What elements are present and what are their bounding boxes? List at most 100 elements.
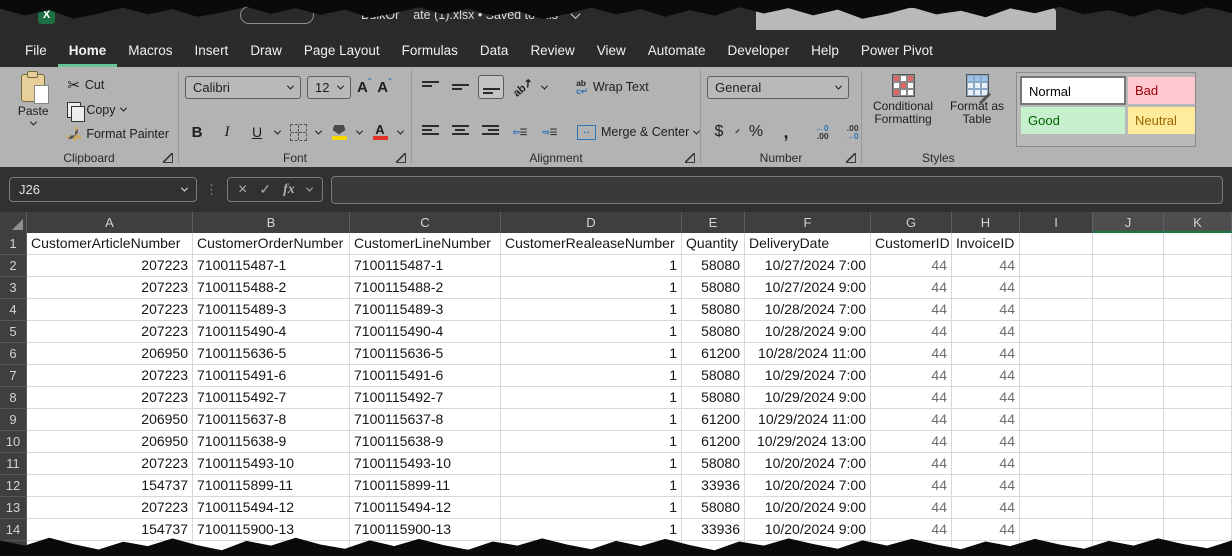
format-as-table-button[interactable]: Format as Table [946,72,1008,147]
cell-A10[interactable]: 206950 [27,431,193,453]
tab-insert[interactable]: Insert [184,40,240,67]
cell-D2[interactable]: 1 [501,255,682,277]
wrap-text-button[interactable]: abc↵ Wrap Text [573,76,652,98]
row-header-11[interactable]: 11 [0,453,27,475]
cell-J15[interactable] [1093,541,1164,556]
cancel-button[interactable]: × [238,181,247,199]
cell-F3[interactable]: 10/27/2024 9:00 [745,277,871,299]
row-header-1[interactable]: 1 [0,233,27,255]
cell-B11[interactable]: 7100115493-10 [193,453,350,475]
cell-A7[interactable]: 207223 [27,365,193,387]
orientation-chevron-icon[interactable] [541,82,548,89]
row-header-10[interactable]: 10 [0,431,27,453]
tab-macros[interactable]: Macros [117,40,183,67]
cell-E3[interactable]: 58080 [682,277,745,299]
cell-G9[interactable]: 44 [871,409,952,431]
cell-A12[interactable]: 154737 [27,475,193,497]
cell-A13[interactable]: 207223 [27,497,193,519]
cell-F7[interactable]: 10/29/2024 7:00 [745,365,871,387]
column-header-F[interactable]: F [745,212,871,233]
cell-G12[interactable]: 44 [871,475,952,497]
cell-C15[interactable] [350,541,501,556]
cell-F11[interactable]: 10/20/2024 7:00 [745,453,871,475]
align-center-button[interactable] [448,121,472,143]
borders-button[interactable] [286,121,310,143]
bold-button[interactable]: B [185,121,209,143]
row-header-9[interactable]: 9 [0,409,27,431]
cell-K14[interactable] [1164,519,1232,541]
increase-indent-button[interactable]: ⇨☰ [538,121,562,143]
paste-button[interactable]: Paste [6,72,60,147]
cell-F9[interactable]: 10/29/2024 11:00 [745,409,871,431]
cell-J10[interactable] [1093,431,1164,453]
row-header-8[interactable]: 8 [0,387,27,409]
align-bottom-button[interactable] [478,75,504,99]
cell-B4[interactable]: 7100115489-3 [193,299,350,321]
cell-I4[interactable] [1020,299,1093,321]
cell-K1[interactable] [1164,233,1232,255]
cell-G15[interactable] [871,541,952,556]
cell-A8[interactable]: 207223 [27,387,193,409]
underline-button[interactable]: U [245,121,269,143]
cell-C2[interactable]: 7100115487-1 [350,255,501,277]
cell-J1[interactable] [1093,233,1164,255]
tab-draw[interactable]: Draw [239,40,293,67]
alignment-dialog-launcher[interactable] [685,153,695,163]
cell-F4[interactable]: 10/28/2024 7:00 [745,299,871,321]
cell-I9[interactable] [1020,409,1093,431]
cell-F5[interactable]: 10/28/2024 9:00 [745,321,871,343]
font-name-select[interactable]: Calibri [185,76,301,99]
cell-H2[interactable]: 44 [952,255,1020,277]
number-format-select[interactable]: General [707,76,849,99]
font-color-chevron-icon[interactable] [397,127,404,134]
column-header-J[interactable]: J [1093,212,1164,233]
formula-bar-drag-handle[interactable]: ⋮ [205,182,219,198]
cell-E8[interactable]: 58080 [682,387,745,409]
cell-D7[interactable]: 1 [501,365,682,387]
style-chip-normal[interactable]: Normal [1021,77,1125,104]
row-header-6[interactable]: 6 [0,343,27,365]
align-left-button[interactable] [418,121,442,143]
cell-I8[interactable] [1020,387,1093,409]
cell-J14[interactable] [1093,519,1164,541]
cell-H8[interactable]: 44 [952,387,1020,409]
cell-K15[interactable] [1164,541,1232,556]
cell-E13[interactable]: 58080 [682,497,745,519]
cell-C9[interactable]: 7100115637-8 [350,409,501,431]
cell-H9[interactable]: 44 [952,409,1020,431]
cell-F15[interactable] [745,541,871,556]
currency-button[interactable]: $ [707,121,731,143]
cell-C5[interactable]: 7100115490-4 [350,321,501,343]
cell-I14[interactable] [1020,519,1093,541]
cell-K7[interactable] [1164,365,1232,387]
cell-A1[interactable]: CustomerArticleNumber [27,233,193,255]
tab-view[interactable]: View [586,40,637,67]
font-dialog-launcher[interactable] [396,153,406,163]
cell-E2[interactable]: 58080 [682,255,745,277]
cell-J12[interactable] [1093,475,1164,497]
cell-C8[interactable]: 7100115492-7 [350,387,501,409]
cell-A6[interactable]: 206950 [27,343,193,365]
cell-H5[interactable]: 44 [952,321,1020,343]
decrease-decimal-button[interactable]: .00→0 [840,121,864,143]
number-dialog-launcher[interactable] [846,153,856,163]
cell-K6[interactable] [1164,343,1232,365]
cell-D10[interactable]: 1 [501,431,682,453]
tab-developer[interactable]: Developer [717,40,801,67]
increase-decimal-button[interactable]: ←0.00 [810,121,834,143]
merge-center-button[interactable]: ↔ Merge & Center [574,121,702,143]
cell-G8[interactable]: 44 [871,387,952,409]
cell-E10[interactable]: 61200 [682,431,745,453]
cell-A9[interactable]: 206950 [27,409,193,431]
cell-B14[interactable]: 7100115900-13 [193,519,350,541]
align-right-button[interactable] [478,121,502,143]
cell-D15[interactable] [501,541,682,556]
decrease-font-size-button[interactable]: Aˇ [377,78,391,96]
cell-D13[interactable]: 1 [501,497,682,519]
tab-automate[interactable]: Automate [637,40,717,67]
fx-chevron-icon[interactable] [306,185,313,192]
cell-G7[interactable]: 44 [871,365,952,387]
cell-B12[interactable]: 7100115899-11 [193,475,350,497]
cell-F14[interactable]: 10/20/2024 9:00 [745,519,871,541]
clipboard-dialog-launcher[interactable] [163,153,173,163]
